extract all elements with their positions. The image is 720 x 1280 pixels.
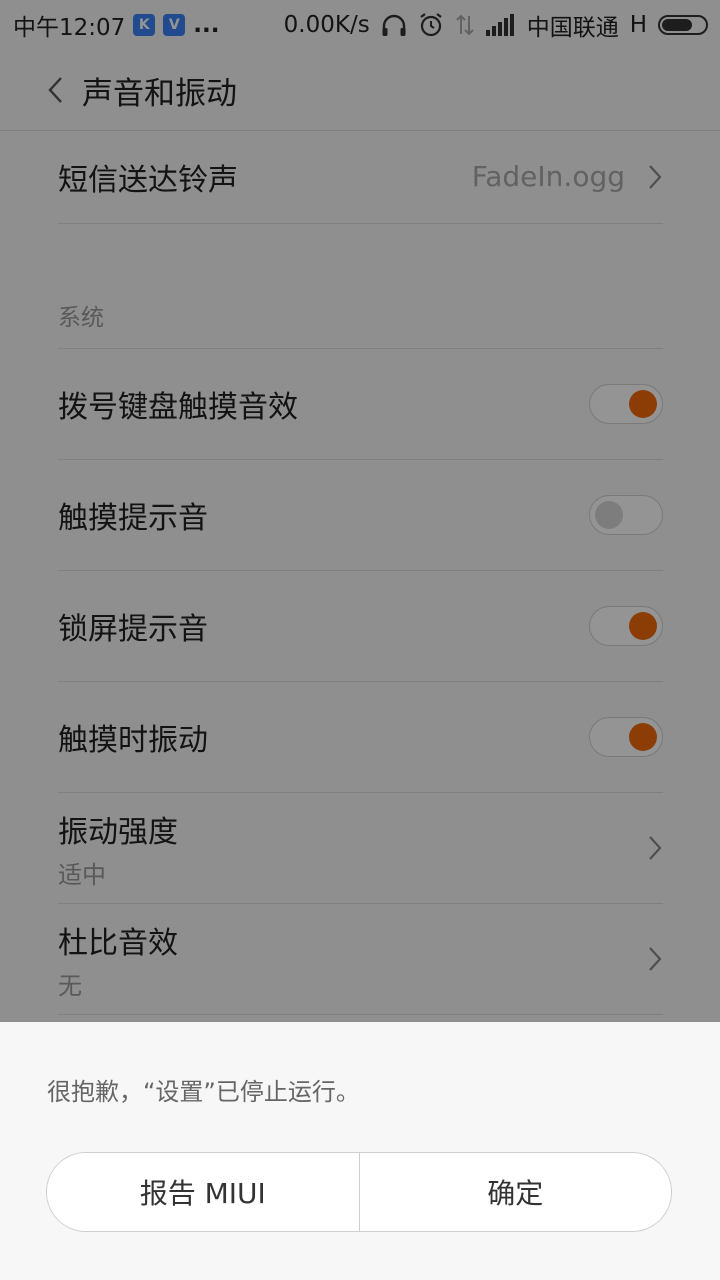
crash-dialog: 很抱歉，“设置”已停止运行。 报告 MIUI 确定 xyxy=(0,1022,720,1280)
dialog-message: 很抱歉，“设置”已停止运行。 xyxy=(47,1078,360,1106)
modal-overlay[interactable] xyxy=(0,0,720,1022)
ok-button[interactable]: 确定 xyxy=(358,1153,671,1231)
report-miui-button[interactable]: 报告 MIUI xyxy=(47,1153,359,1231)
dialog-button-group: 报告 MIUI 确定 xyxy=(46,1152,672,1232)
